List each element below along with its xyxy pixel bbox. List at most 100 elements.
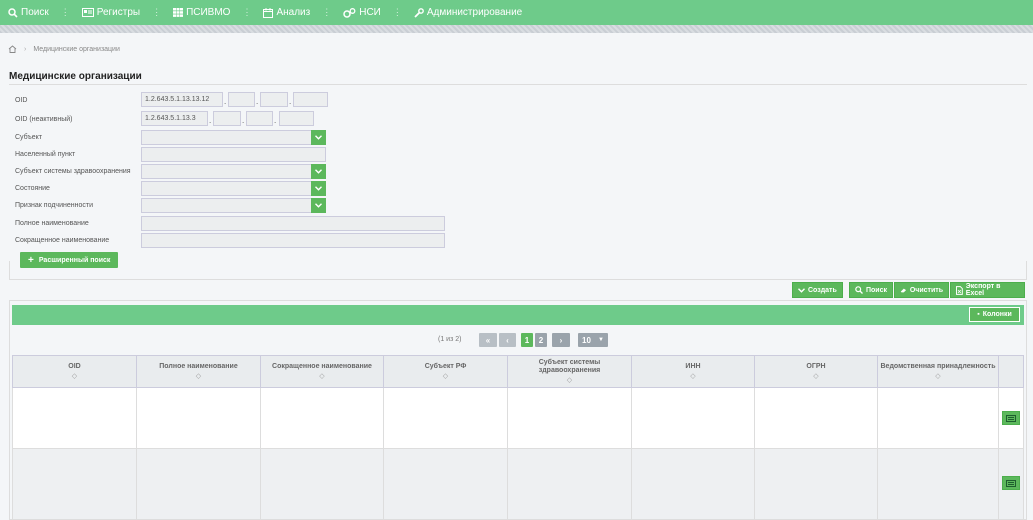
health-subject-select[interactable] — [141, 164, 326, 179]
home-icon[interactable] — [8, 45, 17, 53]
prev-page-button[interactable]: ‹ — [499, 333, 516, 347]
nav-nsi[interactable]: НСИ — [343, 0, 381, 25]
chevron-right-icon: › — [24, 45, 27, 53]
chevron-down-icon[interactable] — [311, 164, 326, 179]
table-row[interactable] — [12, 388, 1024, 449]
oid-inactive-part-2[interactable] — [213, 111, 241, 126]
settlement-label: Населенный пункт — [15, 151, 76, 158]
page-size-value: 10 — [582, 335, 591, 345]
col-subject-rf-label: Субъект РФ — [424, 362, 467, 370]
oid-label: OID — [15, 97, 28, 104]
short-name-field[interactable] — [141, 233, 445, 248]
oid-dot: . — [242, 116, 245, 125]
nav-psivmo-label: ПСИВМО — [186, 7, 231, 18]
card-icon — [81, 8, 94, 17]
search-icon — [855, 286, 863, 294]
sort-icon[interactable]: ◇ — [443, 373, 448, 381]
pager-info: (1 из 2) — [438, 336, 462, 343]
row-card-button[interactable] — [1002, 476, 1020, 490]
subordination-select[interactable] — [141, 198, 326, 213]
subject-label: Субъект — [15, 134, 43, 141]
nav-nsi-label: НСИ — [359, 7, 381, 18]
clear-button[interactable]: Очистить — [894, 282, 949, 298]
oid-inactive-field[interactable]: 1.2.643.5.1.13.3 — [141, 111, 208, 126]
first-page-button[interactable]: « — [479, 333, 497, 347]
chevron-down-icon[interactable] — [311, 130, 326, 145]
oid-field[interactable]: 1.2.643.5.1.13.13.12 — [141, 92, 223, 107]
col-oid-label: OID — [68, 362, 81, 370]
col-ogrn[interactable]: ОГРН ◇ — [755, 356, 878, 387]
next-page-button[interactable]: › — [552, 333, 570, 347]
columns-button[interactable]: ▪ Колонки — [969, 307, 1020, 322]
chevron-down-icon — [798, 287, 805, 293]
search-icon — [8, 7, 18, 18]
col-oid[interactable]: OID ◇ — [13, 356, 137, 387]
nav-analysis[interactable]: Анализ — [263, 0, 310, 25]
eraser-icon — [900, 288, 907, 292]
nav-psivmo[interactable]: ПСИВМО — [173, 0, 230, 25]
col-full-name[interactable]: Полное наименование ◇ — [137, 356, 261, 387]
oid-dot: . — [209, 116, 212, 125]
page-size-select[interactable]: 10 ▼ — [578, 333, 608, 347]
oid-inactive-label: OID (неактивный) — [15, 116, 73, 123]
export-excel-button[interactable]: Экспорт в Excel — [950, 282, 1025, 298]
oid-inactive-part-4[interactable] — [279, 111, 314, 126]
sort-icon[interactable]: ◇ — [567, 377, 572, 385]
settlement-field[interactable] — [141, 147, 326, 162]
advanced-search-button[interactable]: + Расширенный поиск — [20, 252, 119, 268]
chevron-right-icon: › — [559, 335, 563, 345]
id-card-icon — [1006, 414, 1016, 422]
col-inn[interactable]: ИНН ◇ — [632, 356, 755, 387]
columns-icon: ▪ — [977, 311, 980, 318]
col-short-name[interactable]: Сокращенное наименование ◇ — [261, 356, 384, 387]
create-button[interactable]: Создать — [792, 282, 843, 298]
nav-registers-label: Регистры — [96, 7, 141, 18]
plus-icon: + — [28, 254, 34, 266]
breadcrumb: › Медицинские организации — [8, 45, 120, 53]
full-name-label: Полное наименование — [15, 220, 89, 227]
nav-admin[interactable]: Администрирование — [414, 0, 522, 25]
chevron-left-icon: ‹ — [506, 335, 509, 345]
state-select[interactable] — [141, 181, 326, 196]
nav-admin-label: Администрирование — [426, 7, 523, 18]
page-2-button[interactable]: 2 — [535, 333, 547, 347]
oid-part-4[interactable] — [293, 92, 328, 107]
nav-registers[interactable]: Регистры — [81, 0, 141, 25]
oid-dot: . — [256, 97, 259, 106]
oid-part-3[interactable] — [260, 92, 288, 107]
page-1-button[interactable]: 1 — [521, 333, 533, 347]
advanced-search-panel — [9, 261, 1027, 280]
chevron-down-icon[interactable] — [311, 181, 326, 196]
sort-icon[interactable]: ◇ — [813, 373, 818, 381]
nav-search[interactable]: Поиск — [8, 0, 49, 25]
health-subject-label: Субъект системы здравоохранения — [15, 168, 131, 175]
oid-part-2[interactable] — [228, 92, 255, 107]
col-short-name-label: Сокращенное наименование — [272, 362, 372, 370]
col-subject-rf[interactable]: Субъект РФ ◇ — [384, 356, 508, 387]
nav-search-label: Поиск — [21, 7, 49, 18]
subject-select[interactable] — [141, 130, 326, 145]
col-health-subject[interactable]: Субъект системы здравоохранения ◇ — [508, 356, 632, 387]
state-label: Состояние — [15, 185, 50, 192]
top-nav: Поиск ⋮ Регистры ⋮ ПСИВМО ⋮ Анализ ⋮ НСИ… — [0, 0, 1033, 25]
sort-icon[interactable]: ◇ — [935, 373, 940, 381]
full-name-field[interactable] — [141, 216, 445, 231]
sort-icon[interactable]: ◇ — [690, 373, 695, 381]
col-full-name-label: Полное наименование — [159, 362, 238, 370]
sort-icon[interactable]: ◇ — [196, 373, 201, 381]
row-card-button[interactable] — [1002, 411, 1020, 425]
columns-label: Колонки — [982, 311, 1012, 318]
sort-icon[interactable]: ◇ — [72, 373, 77, 381]
oid-inactive-part-3[interactable] — [246, 111, 273, 126]
id-card-icon — [1006, 479, 1016, 487]
file-excel-icon — [956, 285, 963, 295]
col-department[interactable]: Ведомственная принадлежность ◇ — [878, 356, 999, 387]
calendar-icon — [263, 7, 274, 18]
decorative-stripe — [0, 25, 1033, 33]
table-row[interactable] — [12, 449, 1024, 520]
breadcrumb-current: Медицинские организации — [33, 45, 120, 53]
sort-icon[interactable]: ◇ — [319, 373, 324, 381]
search-button[interactable]: Поиск — [849, 282, 893, 298]
chevron-down-icon[interactable] — [311, 198, 326, 213]
oid-dot: . — [274, 116, 277, 125]
